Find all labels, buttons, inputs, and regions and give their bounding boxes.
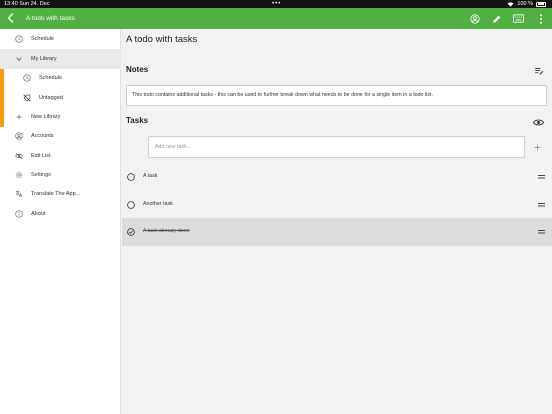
status-time-date: 13:40 Sun 24. Dec bbox=[4, 1, 50, 7]
task-label: A task bbox=[143, 173, 158, 179]
back-arrow-icon[interactable] bbox=[5, 12, 17, 24]
translate-icon bbox=[14, 189, 23, 198]
sidebar-item-edit-list[interactable]: Edit List bbox=[0, 146, 121, 166]
drag-handle-icon[interactable] bbox=[538, 175, 545, 179]
sidebar-item-label: New Library bbox=[31, 113, 61, 120]
notes-text[interactable]: This todo contains additional tasks - th… bbox=[126, 85, 547, 106]
sidebar-item-label: Edit List bbox=[31, 152, 51, 159]
account-circle-icon bbox=[469, 13, 480, 24]
task-row[interactable]: A task bbox=[122, 163, 552, 191]
add-task-icon[interactable] bbox=[533, 143, 542, 152]
task-checkbox-icon[interactable] bbox=[127, 200, 135, 209]
multitasking-dots[interactable]: ••• bbox=[272, 0, 281, 8]
edit-button[interactable] bbox=[489, 11, 504, 26]
sidebar-item-schedule[interactable]: Schedule bbox=[0, 29, 121, 49]
task-row-done[interactable]: A task already done bbox=[122, 218, 552, 246]
battery-percent: 100 % bbox=[517, 1, 533, 7]
app-bar: A todo with tasks bbox=[0, 8, 552, 29]
sidebar-item-untagged[interactable]: Untagged bbox=[0, 88, 121, 108]
task-row[interactable]: Another task bbox=[122, 191, 552, 219]
tasks-heading: Tasks bbox=[126, 116, 149, 125]
clock-icon bbox=[22, 73, 31, 82]
more-vert-icon bbox=[539, 13, 542, 24]
drag-handle-icon[interactable] bbox=[538, 230, 545, 234]
info-icon bbox=[14, 209, 23, 218]
status-right: 100 % bbox=[507, 0, 546, 8]
plus-icon bbox=[14, 112, 23, 121]
sidebar-item-label: Schedule bbox=[31, 35, 54, 42]
sidebar-item-label: My Library bbox=[31, 55, 57, 62]
sidebar-item-new-library[interactable]: New Library bbox=[0, 107, 121, 127]
sidebar-item-library-schedule[interactable]: Schedule bbox=[0, 68, 121, 88]
sidebar-item-settings[interactable]: Settings bbox=[0, 165, 121, 185]
app-bar-actions bbox=[467, 11, 548, 26]
task-label: Another task bbox=[143, 200, 173, 207]
new-task-input[interactable]: Add new task... bbox=[148, 136, 525, 158]
sidebar-item-label: Accounts bbox=[31, 132, 54, 139]
sidebar-item-about[interactable]: About bbox=[0, 204, 121, 224]
gear-icon bbox=[14, 170, 23, 179]
sidebar-item-translate[interactable]: Translate The App... bbox=[0, 184, 121, 204]
eye-icon[interactable] bbox=[533, 118, 544, 127]
sidebar-item-label: Translate The App... bbox=[31, 190, 81, 197]
tag-off-icon bbox=[22, 93, 31, 102]
sidebar-item-label: Schedule bbox=[39, 74, 62, 81]
eye-off-icon bbox=[14, 151, 23, 160]
account-button[interactable] bbox=[467, 11, 482, 26]
chevron-down-icon bbox=[14, 54, 23, 63]
drag-handle-icon[interactable] bbox=[538, 202, 545, 207]
sidebar: Schedule My Library Schedule Untagged Ne… bbox=[0, 29, 121, 414]
clock-icon bbox=[14, 34, 23, 43]
app-bar-title: A todo with tasks bbox=[26, 15, 75, 22]
keyboard-button[interactable] bbox=[511, 11, 526, 26]
edit-notes-icon[interactable] bbox=[534, 66, 544, 76]
todo-title: A todo with tasks bbox=[126, 34, 198, 45]
account-circle-icon bbox=[14, 131, 23, 140]
wifi-icon bbox=[507, 1, 514, 7]
sidebar-item-accounts[interactable]: Accounts bbox=[0, 126, 121, 146]
task-label: A task already done bbox=[143, 228, 190, 234]
sidebar-item-label: About bbox=[31, 210, 46, 217]
sidebar-item-label: Settings bbox=[31, 171, 51, 178]
main-content: A todo with tasks Notes This todo contai… bbox=[122, 29, 552, 414]
sidebar-item-my-library[interactable]: My Library bbox=[0, 49, 121, 69]
task-checkbox-icon[interactable] bbox=[127, 173, 135, 181]
keyboard-icon bbox=[513, 14, 524, 23]
status-bar: 13:40 Sun 24. Dec ••• 100 % bbox=[0, 0, 552, 8]
notes-heading: Notes bbox=[126, 65, 149, 74]
battery-icon bbox=[536, 1, 546, 7]
check-circle-icon[interactable] bbox=[127, 228, 135, 236]
sidebar-item-label: Untagged bbox=[39, 94, 63, 101]
pencil-icon bbox=[492, 15, 500, 23]
more-options-button[interactable] bbox=[533, 11, 548, 26]
